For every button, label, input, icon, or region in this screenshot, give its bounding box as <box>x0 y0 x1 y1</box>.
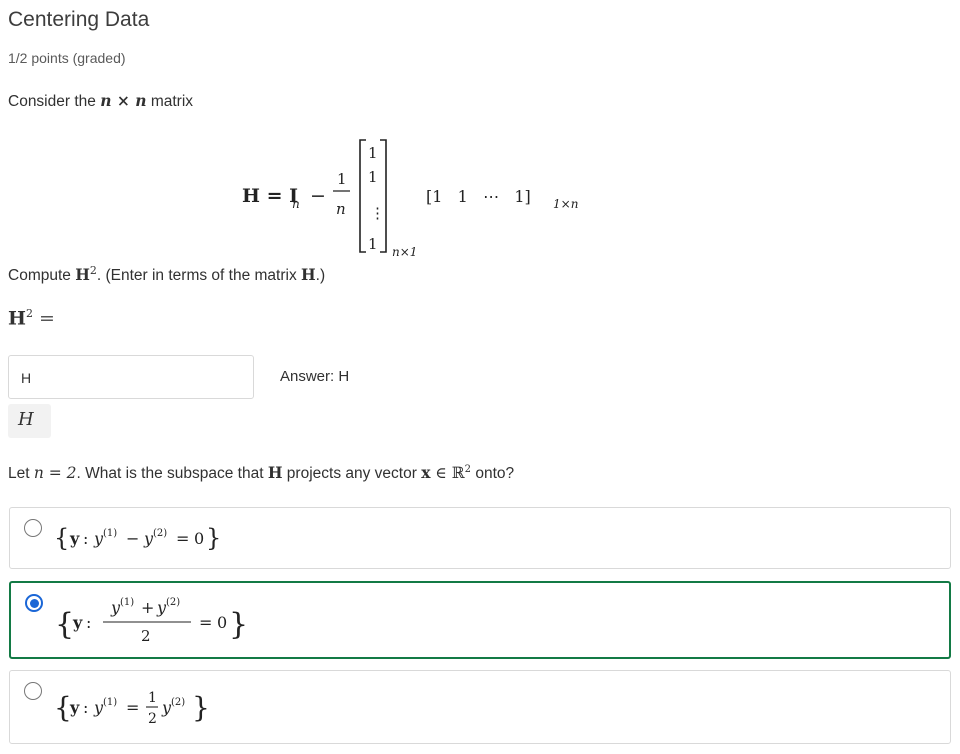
svg-text::: : <box>83 698 88 717</box>
answer-text: Answer: H <box>280 368 350 385</box>
answer-label-eq: = <box>32 307 55 330</box>
column-sub: n×1 <box>392 245 417 259</box>
row-vector: [1 1 ⋯ 1] <box>426 187 531 206</box>
column-entry: 1 <box>368 235 378 253</box>
column-entry: 1 <box>368 144 378 162</box>
compute-suffix: . (Enter in terms of the matrix <box>96 267 302 285</box>
svg-text:=: = <box>176 529 189 548</box>
compute-end: .) <box>315 267 326 285</box>
svg-text:y: y <box>69 698 80 717</box>
svg-text:−: − <box>126 529 139 548</box>
svg-text:2: 2 <box>141 627 151 645</box>
svg-text:y: y <box>72 613 83 632</box>
svg-text:y: y <box>69 529 80 548</box>
svg-text:(2): (2) <box>153 528 167 539</box>
answer-label: H2 = <box>8 307 55 329</box>
compute-expr: H <box>75 265 90 285</box>
svg-text:(1): (1) <box>103 528 117 539</box>
radio-option-3[interactable] <box>24 682 42 700</box>
svg-text:{: { <box>54 524 69 552</box>
intro-var: n × n <box>100 91 147 110</box>
intro-prefix: Consider the <box>8 93 101 110</box>
radio-option-2[interactable] <box>25 594 43 612</box>
svg-text:=: = <box>199 613 212 632</box>
compute-prompt: Compute H2. (Enter in terms of the matri… <box>8 264 325 285</box>
option-1[interactable]: { y : y (1) − y (2) = 0 } <box>9 507 951 569</box>
q2-R: ℝ <box>451 464 465 482</box>
svg-text:=: = <box>126 698 139 717</box>
q2-mid: . What is the subspace that <box>76 465 268 482</box>
intro-suffix: matrix <box>146 93 194 110</box>
svg-text:(2): (2) <box>171 697 185 708</box>
q2-n-eq: n = 2 <box>33 464 77 482</box>
points-label: 1/2 points (graded) <box>8 50 126 66</box>
option-3[interactable]: { y : y (1) = 1 2 y (2) } <box>9 670 951 744</box>
radio-option-1[interactable] <box>24 519 42 537</box>
column-entry: ⋮ <box>370 204 385 222</box>
svg-text:}: } <box>192 691 210 724</box>
answer-preview: H <box>8 404 51 438</box>
compute-prefix: Compute <box>8 267 76 285</box>
svg-text:{: { <box>55 607 74 642</box>
option-1-math: { y : y (1) − y (2) = 0 } <box>54 524 221 552</box>
svg-text:2: 2 <box>148 711 157 727</box>
answer-label-lhs: H <box>8 307 26 330</box>
option-3-math: { y : y (1) = 1 2 y (2) } <box>54 690 210 727</box>
q2-prefix: Let <box>8 465 34 482</box>
q2-mid2: projects any vector <box>282 465 422 482</box>
svg-text:}: } <box>229 607 248 642</box>
q2-in: ∈ <box>430 464 452 482</box>
svg-text:0: 0 <box>194 529 204 548</box>
column-entry: 1 <box>368 168 378 186</box>
svg-text:}: } <box>206 524 221 552</box>
compute-sup: 2 <box>89 264 97 277</box>
question-2: Let n = 2. What is the subspace that H p… <box>8 463 514 483</box>
svg-text::: : <box>86 613 91 632</box>
equation-lhs: H = I <box>242 185 298 207</box>
option-2-math: { y : y (1) + y (2) 2 = 0 } <box>55 597 248 645</box>
equation-frac-den: n <box>336 200 346 218</box>
answer-label-sup: 2 <box>25 307 33 320</box>
compute-var: H <box>301 265 316 285</box>
svg-text:−: − <box>310 185 326 207</box>
svg-text:+: + <box>141 598 154 617</box>
equation-lhs-sub: n <box>292 197 300 211</box>
svg-text:(2): (2) <box>166 597 180 608</box>
svg-text:(1): (1) <box>120 597 134 608</box>
projection-equation: H = I n − 1 n 1 1 ⋮ 1 n×1 [1 1 ⋯ 1] 1×n <box>242 139 578 259</box>
svg-text::: : <box>83 529 88 548</box>
equation-frac-num: 1 <box>337 170 347 188</box>
problem-title: Centering Data <box>8 8 150 31</box>
answer-input[interactable]: H <box>8 355 254 399</box>
q2-H: H <box>267 463 283 482</box>
row-sub: 1×n <box>553 197 578 211</box>
svg-text:0: 0 <box>217 613 227 632</box>
q2-suffix: onto? <box>471 465 515 482</box>
svg-text:(1): (1) <box>103 697 117 708</box>
intro-text: Consider the n × n matrix <box>8 91 193 111</box>
svg-text:1: 1 <box>148 690 157 706</box>
option-2[interactable]: { y : y (1) + y (2) 2 = 0 } <box>9 581 951 659</box>
